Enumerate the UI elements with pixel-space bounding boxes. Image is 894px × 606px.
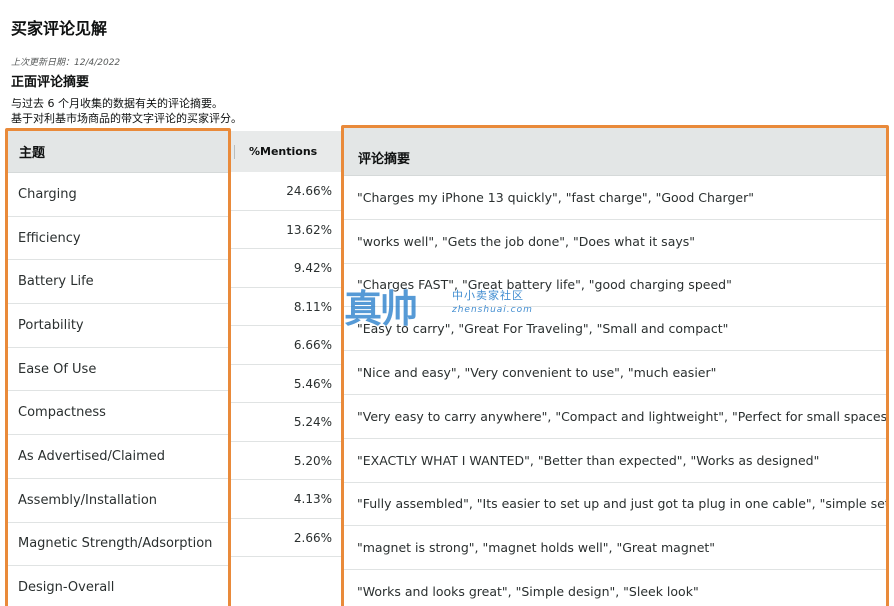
summary-cell: "magnet is strong", "magnet holds well",… [344,526,886,571]
mentions-cell: 24.66% [231,172,341,211]
section-title: 正面评论摘要 [11,75,90,90]
theme-cell: Design-Overall [8,566,228,606]
mentions-header-label: %Mentions [249,145,318,158]
mentions-header[interactable]: %Mentions [231,131,341,172]
theme-cell: Magnetic Strength/Adsorption [8,523,228,567]
mentions-cell: 2.66% [231,519,341,557]
mentions-cell: 6.66% [231,326,341,365]
summary-cell: "Very easy to carry anywhere", "Compact … [344,395,886,439]
mentions-cell: 5.24% [231,403,341,442]
theme-cell: Battery Life [8,260,228,305]
theme-cell: Ease Of Use [8,348,228,392]
theme-cell: Efficiency [8,217,228,261]
mentions-cell: 5.46% [231,365,341,403]
description-line-2: 基于对利基市场商品的带文字评论的买家评分。 [11,112,242,125]
theme-cell: Assembly/Installation [8,479,228,523]
summary-cell: "Works and looks great", "Simple design"… [344,570,886,606]
summary-cell: "EXACTLY WHAT I WANTED", "Better than ex… [344,439,886,483]
mentions-cell: 4.13% [231,480,341,519]
mentions-column: %Mentions 24.66% 13.62% 9.42% 8.11% 6.66… [231,131,341,557]
summary-cell: "Easy to carry", "Great For Traveling", … [344,307,886,352]
summary-cell: "Fully assembled", "Its easier to set up… [344,483,886,527]
summary-column: 评论摘要 "Charges my iPhone 13 quickly", "fa… [341,125,889,606]
theme-cell: Charging [8,173,228,217]
column-separator [234,145,235,159]
mentions-cell: 9.42% [231,249,341,288]
summary-cell: "Charges my iPhone 13 quickly", "fast ch… [344,176,886,220]
summary-cell: "Charges FAST", "Great battery life", "g… [344,264,886,308]
description-line-1: 与过去 6 个月收集的数据有关的评论摘要。 [11,97,223,110]
theme-cell: As Advertised/Claimed [8,435,228,479]
last-updated: 上次更新日期：12/4/2022 [11,58,121,68]
mentions-cell: 13.62% [231,211,341,249]
theme-header: 主题 [8,131,228,173]
theme-cell: Compactness [8,391,228,436]
mentions-cell: 8.11% [231,288,341,326]
mentions-cell: 5.20% [231,442,341,480]
theme-cell: Portability [8,304,228,348]
summary-cell: "works well", "Gets the job done", "Does… [344,220,886,264]
summary-header: 评论摘要 [344,128,886,176]
theme-column: 主题 Charging Efficiency Battery Life Port… [5,128,231,606]
summary-cell: "Nice and easy", "Very convenient to use… [344,351,886,395]
page-title: 买家评论见解 [11,19,108,38]
